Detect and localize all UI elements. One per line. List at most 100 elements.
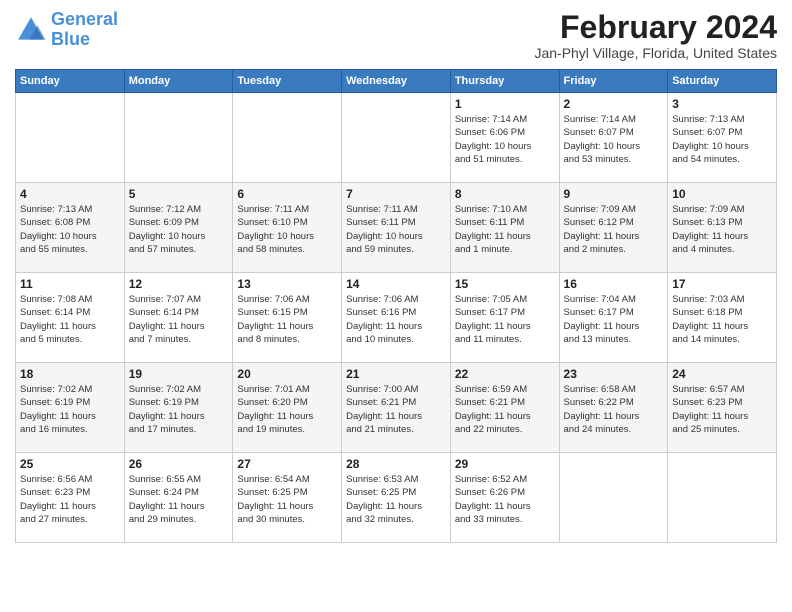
calendar-cell: 11Sunrise: 7:08 AMSunset: 6:14 PMDayligh…	[16, 273, 125, 363]
day-info: Sunrise: 7:14 AMSunset: 6:06 PMDaylight:…	[455, 113, 555, 166]
calendar-week-5: 25 Sunrise: 6:56 AMSunset: 6:23 PMDayligh…	[16, 453, 777, 543]
day-number: 1	[455, 97, 555, 111]
day-number: 15	[455, 277, 555, 291]
calendar-cell: 10 Sunrise: 7:09 AMSunset: 6:13 PMDayligh…	[668, 183, 777, 273]
day-number: 4	[20, 187, 120, 201]
day-number: 28	[346, 457, 446, 471]
day-number: 2	[564, 97, 664, 111]
calendar-cell: 29 Sunrise: 6:52 AMSunset: 6:26 PMDayligh…	[450, 453, 559, 543]
day-info: Sunrise: 6:57 AMSunset: 6:23 PMDaylight:…	[672, 383, 772, 436]
calendar-cell: 23 Sunrise: 6:58 AMSunset: 6:22 PMDayligh…	[559, 363, 668, 453]
calendar-cell: 25 Sunrise: 6:56 AMSunset: 6:23 PMDayligh…	[16, 453, 125, 543]
weekday-header-thursday: Thursday	[450, 70, 559, 93]
weekday-header-tuesday: Tuesday	[233, 70, 342, 93]
day-number: 14	[346, 277, 446, 291]
calendar-body: 1 Sunrise: 7:14 AMSunset: 6:06 PMDaylight…	[16, 93, 777, 543]
calendar-cell: 9 Sunrise: 7:09 AMSunset: 6:12 PMDaylight…	[559, 183, 668, 273]
calendar-cell: 24 Sunrise: 6:57 AMSunset: 6:23 PMDayligh…	[668, 363, 777, 453]
weekday-header-monday: Monday	[124, 70, 233, 93]
day-info: Sunrise: 7:09 AMSunset: 6:12 PMDaylight:…	[564, 203, 664, 256]
day-info: Sunrise: 7:09 AMSunset: 6:13 PMDaylight:…	[672, 203, 772, 256]
day-info: Sunrise: 6:56 AMSunset: 6:23 PMDaylight:…	[20, 473, 120, 526]
calendar-week-2: 4 Sunrise: 7:13 AMSunset: 6:08 PMDaylight…	[16, 183, 777, 273]
day-info: Sunrise: 6:55 AMSunset: 6:24 PMDaylight:…	[129, 473, 229, 526]
day-number: 23	[564, 367, 664, 381]
calendar-header: SundayMondayTuesdayWednesdayThursdayFrid…	[16, 70, 777, 93]
day-info: Sunrise: 7:03 AMSunset: 6:18 PMDaylight:…	[672, 293, 772, 346]
calendar-cell: 22 Sunrise: 6:59 AMSunset: 6:21 PMDayligh…	[450, 363, 559, 453]
calendar-week-4: 18 Sunrise: 7:02 AMSunset: 6:19 PMDayligh…	[16, 363, 777, 453]
calendar-cell: 17Sunrise: 7:03 AMSunset: 6:18 PMDayligh…	[668, 273, 777, 363]
day-info: Sunrise: 6:52 AMSunset: 6:26 PMDaylight:…	[455, 473, 555, 526]
calendar-cell: 13Sunrise: 7:06 AMSunset: 6:15 PMDayligh…	[233, 273, 342, 363]
weekday-row: SundayMondayTuesdayWednesdayThursdayFrid…	[16, 70, 777, 93]
day-number: 24	[672, 367, 772, 381]
weekday-header-wednesday: Wednesday	[342, 70, 451, 93]
day-info: Sunrise: 7:05 AMSunset: 6:17 PMDaylight:…	[455, 293, 555, 346]
day-info: Sunrise: 7:00 AMSunset: 6:21 PMDaylight:…	[346, 383, 446, 436]
day-info: Sunrise: 7:01 AMSunset: 6:20 PMDaylight:…	[237, 383, 337, 436]
day-info: Sunrise: 7:06 AMSunset: 6:16 PMDaylight:…	[346, 293, 446, 346]
calendar-cell: 7Sunrise: 7:11 AMSunset: 6:11 PMDaylight…	[342, 183, 451, 273]
day-number: 27	[237, 457, 337, 471]
calendar-cell	[233, 93, 342, 183]
day-info: Sunrise: 7:02 AMSunset: 6:19 PMDaylight:…	[129, 383, 229, 436]
calendar-cell: 16Sunrise: 7:04 AMSunset: 6:17 PMDayligh…	[559, 273, 668, 363]
day-info: Sunrise: 7:08 AMSunset: 6:14 PMDaylight:…	[20, 293, 120, 346]
calendar-cell	[16, 93, 125, 183]
day-number: 9	[564, 187, 664, 201]
logo: General Blue	[15, 10, 118, 50]
day-info: Sunrise: 7:11 AMSunset: 6:10 PMDaylight:…	[237, 203, 337, 256]
calendar-cell: 26 Sunrise: 6:55 AMSunset: 6:24 PMDayligh…	[124, 453, 233, 543]
day-info: Sunrise: 7:13 AMSunset: 6:08 PMDaylight:…	[20, 203, 120, 256]
weekday-header-friday: Friday	[559, 70, 668, 93]
calendar-cell: 4 Sunrise: 7:13 AMSunset: 6:08 PMDaylight…	[16, 183, 125, 273]
day-info: Sunrise: 7:14 AMSunset: 6:07 PMDaylight:…	[564, 113, 664, 166]
day-number: 18	[20, 367, 120, 381]
calendar-cell: 5Sunrise: 7:12 AMSunset: 6:09 PMDaylight…	[124, 183, 233, 273]
calendar-week-3: 11Sunrise: 7:08 AMSunset: 6:14 PMDayligh…	[16, 273, 777, 363]
day-number: 25	[20, 457, 120, 471]
day-number: 29	[455, 457, 555, 471]
calendar-cell: 6 Sunrise: 7:11 AMSunset: 6:10 PMDaylight…	[233, 183, 342, 273]
calendar-cell: 1 Sunrise: 7:14 AMSunset: 6:06 PMDaylight…	[450, 93, 559, 183]
calendar-cell: 15 Sunrise: 7:05 AMSunset: 6:17 PMDayligh…	[450, 273, 559, 363]
calendar-cell: 21Sunrise: 7:00 AMSunset: 6:21 PMDayligh…	[342, 363, 451, 453]
day-info: Sunrise: 7:13 AMSunset: 6:07 PMDaylight:…	[672, 113, 772, 166]
calendar-cell	[559, 453, 668, 543]
day-number: 3	[672, 97, 772, 111]
title-area: February 2024 Jan-Phyl Village, Florida,…	[534, 10, 777, 61]
day-number: 22	[455, 367, 555, 381]
calendar-cell: 14 Sunrise: 7:06 AMSunset: 6:16 PMDayligh…	[342, 273, 451, 363]
calendar-cell: 20 Sunrise: 7:01 AMSunset: 6:20 PMDayligh…	[233, 363, 342, 453]
logo-text: General Blue	[51, 10, 118, 50]
day-info: Sunrise: 6:53 AMSunset: 6:25 PMDaylight:…	[346, 473, 446, 526]
month-title: February 2024	[534, 10, 777, 45]
day-number: 20	[237, 367, 337, 381]
day-info: Sunrise: 6:58 AMSunset: 6:22 PMDaylight:…	[564, 383, 664, 436]
day-number: 7	[346, 187, 446, 201]
day-info: Sunrise: 7:06 AMSunset: 6:15 PMDaylight:…	[237, 293, 337, 346]
day-number: 8	[455, 187, 555, 201]
logo-line2: Blue	[51, 29, 90, 49]
day-number: 10	[672, 187, 772, 201]
day-number: 6	[237, 187, 337, 201]
calendar-cell: 8 Sunrise: 7:10 AMSunset: 6:11 PMDaylight…	[450, 183, 559, 273]
weekday-header-sunday: Sunday	[16, 70, 125, 93]
calendar-cell: 2 Sunrise: 7:14 AMSunset: 6:07 PMDaylight…	[559, 93, 668, 183]
calendar-table: SundayMondayTuesdayWednesdayThursdayFrid…	[15, 69, 777, 543]
day-number: 16	[564, 277, 664, 291]
day-info: Sunrise: 7:07 AMSunset: 6:14 PMDaylight:…	[129, 293, 229, 346]
day-info: Sunrise: 7:02 AMSunset: 6:19 PMDaylight:…	[20, 383, 120, 436]
calendar-cell	[342, 93, 451, 183]
logo-icon	[15, 14, 47, 46]
header: General Blue February 2024 Jan-Phyl Vill…	[15, 10, 777, 61]
day-number: 19	[129, 367, 229, 381]
calendar-cell: 12Sunrise: 7:07 AMSunset: 6:14 PMDayligh…	[124, 273, 233, 363]
calendar-cell	[668, 453, 777, 543]
weekday-header-saturday: Saturday	[668, 70, 777, 93]
day-number: 26	[129, 457, 229, 471]
calendar-cell	[124, 93, 233, 183]
day-info: Sunrise: 7:10 AMSunset: 6:11 PMDaylight:…	[455, 203, 555, 256]
day-info: Sunrise: 6:59 AMSunset: 6:21 PMDaylight:…	[455, 383, 555, 436]
